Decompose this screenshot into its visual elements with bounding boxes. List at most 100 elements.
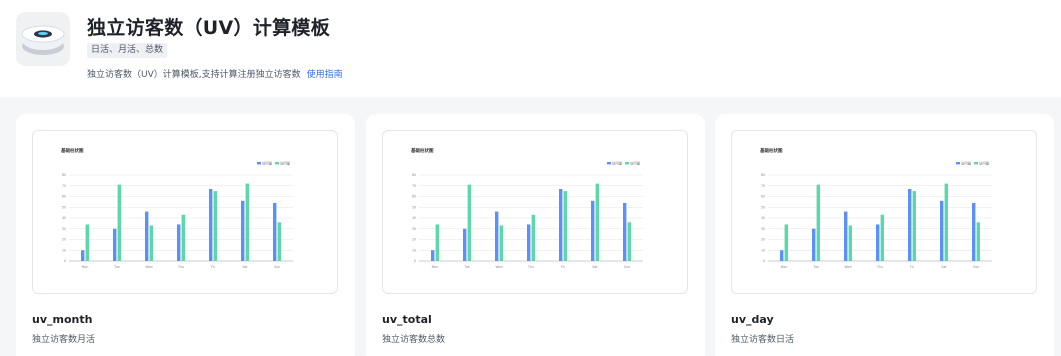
card-name: uv_total [382,313,432,326]
x-tick-label: Sat [941,265,947,269]
bar [277,222,281,261]
y-tick-label: 20 [761,238,765,242]
bar [463,228,467,261]
legend-label: 访问量 [630,161,641,166]
x-tick-label: Wed [496,265,503,269]
bar [844,211,848,261]
y-tick-label: 10 [62,248,66,252]
bar [213,191,217,261]
description-text: 独立访客数（UV）计算模板,支持计算注册独立访客数 [87,70,301,80]
bar [499,225,503,261]
y-tick-label: 0 [64,259,66,263]
bar [816,184,820,261]
y-tick-label: 70 [62,184,66,188]
bar [177,224,181,261]
bar [972,202,976,261]
chart-title: 基础柱状图 [411,147,434,154]
legend-swatch [625,162,629,165]
bar [880,214,884,261]
bar-chart: 基础柱状图访问量 访问量 0 10 20 30 40 50 60 70 80 Mon Tue Wed Thu… [61,147,293,269]
template-card[interactable]: 基础柱状图 访问量 访问量 0 10 20 30 40 50 60 70 80 Mon Tue Wed Thu… [366,114,705,356]
y-tick-label: 80 [62,173,66,177]
y-tick-label: 30 [761,227,765,231]
y-tick-label: 60 [412,195,416,199]
legend-label: 访问量 [262,161,273,166]
bar [241,200,245,261]
bar [627,222,631,261]
x-tick-label: Mon [82,265,89,269]
chart-preview: 基础柱状图 访问量 访问量 0 10 20 30 40 50 60 70 80 Mon Tue Wed Thu… [32,130,338,294]
legend-swatch [607,162,611,165]
x-tick-label: Thu [876,265,883,269]
bar [940,200,944,261]
y-tick-label: 0 [763,259,765,263]
y-tick-label: 40 [412,216,416,220]
y-tick-label: 70 [412,184,416,188]
bar [912,191,916,261]
bar [85,224,89,261]
y-tick-label: 10 [412,248,416,252]
legend-swatch [974,162,978,165]
x-tick-label: Tue [812,265,818,269]
y-tick-label: 50 [761,205,765,209]
y-tick-label: 80 [761,173,765,177]
x-tick-label: Sun [624,265,630,269]
y-tick-label: 0 [414,259,416,263]
bar [531,214,535,261]
x-tick-label: Fri [910,265,914,269]
bar [559,188,563,261]
template-header: 独立访客数（UV）计算模板 日活、月活、总数 独立访客数（UV）计算模板,支持计… [0,0,1061,97]
x-tick-label: Sun [274,265,280,269]
bar [435,224,439,261]
x-tick-label: Sat [592,265,598,269]
x-tick-label: Fri [561,265,565,269]
chart-preview: 基础柱状图 访问量 访问量 0 10 20 30 40 50 60 70 80 Mon Tue Wed Thu… [382,130,688,294]
bar [181,214,185,261]
x-tick-label: Thu [527,265,534,269]
bar [495,211,499,261]
legend-swatch [275,162,279,165]
bar [595,183,599,261]
template-card[interactable]: 基础柱状图 访问量 访问量 0 10 20 30 40 50 60 70 80 Mon Tue Wed Thu… [16,114,355,356]
template-description: 独立访客数（UV）计算模板,支持计算注册独立访客数 使用指南 [87,67,343,80]
y-tick-label: 60 [62,195,66,199]
bar [113,228,117,261]
bar [848,225,852,261]
bar [467,184,471,261]
tag-list: 日活、月活、总数 [87,43,168,58]
bar [117,184,121,261]
x-tick-label: Wed [845,265,852,269]
bar [527,224,531,261]
x-tick-label: Sun [973,265,979,269]
bar [431,250,435,261]
chart-title: 基础柱状图 [61,147,84,154]
y-tick-label: 50 [412,205,416,209]
template-logo-icon [16,12,70,66]
y-tick-label: 30 [412,227,416,231]
card-subtitle: 独立访客数月活 [32,335,96,345]
legend-label: 访问量 [961,161,972,166]
bar [145,211,149,261]
chart-title: 基础柱状图 [760,147,783,154]
template-card[interactable]: 基础柱状图 访问量 访问量 0 10 20 30 40 50 60 70 80 Mon Tue Wed Thu… [715,114,1054,356]
x-tick-label: Tue [113,265,119,269]
x-tick-label: Fri [211,265,215,269]
bar [209,188,213,261]
x-tick-label: Tue [463,265,469,269]
y-tick-label: 40 [761,216,765,220]
bar-chart: 基础柱状图访问量 访问量 0 10 20 30 40 50 60 70 80 Mon Tue Wed Thu… [411,147,643,269]
page-title: 独立访客数（UV）计算模板 [87,17,331,39]
legend-label: 访问量 [612,161,623,166]
bar [563,191,567,261]
bar [273,202,277,261]
guide-link[interactable]: 使用指南 [307,70,343,80]
y-tick-label: 30 [62,227,66,231]
bar [591,200,595,261]
bar [908,188,912,261]
x-tick-label: Wed [146,265,153,269]
card-name: uv_month [32,313,93,326]
legend-swatch [257,162,261,165]
y-tick-label: 40 [62,216,66,220]
x-tick-label: Thu [177,265,184,269]
x-tick-label: Sat [242,265,248,269]
